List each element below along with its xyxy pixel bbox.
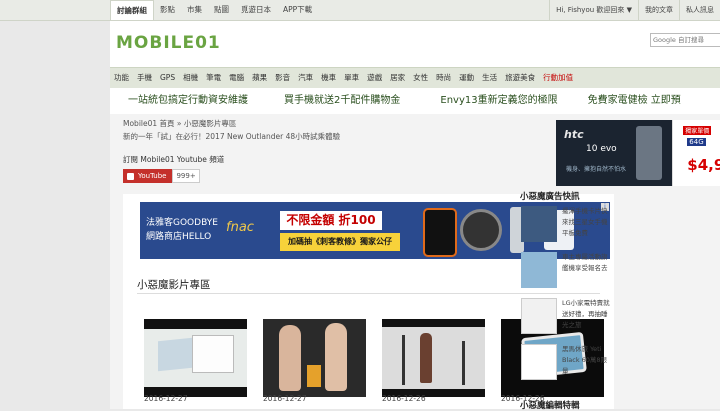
nav-item[interactable]: 電腦 (225, 68, 248, 88)
banner-gift: 加碼抽《刺客教條》獨家公仔 (280, 233, 400, 251)
youtube-label: YouTube (138, 172, 167, 180)
tab-japan[interactable]: 覓遊日本 (235, 0, 277, 20)
site-header: MOBILE01 Google 自訂搜尋 (110, 21, 720, 67)
nav-item[interactable]: 旅遊美食 (501, 68, 539, 88)
nav-item[interactable]: 生活 (478, 68, 501, 88)
tab-market[interactable]: 市集 (181, 0, 208, 20)
banner-discount: 不限金額 折100 (280, 211, 382, 230)
promo-link[interactable]: 買手機就送2千配件購物金 (284, 88, 400, 114)
youtube-subscribe[interactable]: YouTube 999+ (123, 169, 200, 183)
sale-price: $4,99 (687, 156, 720, 174)
youtube-icon (127, 172, 134, 180)
promo-link[interactable]: Envy13重新定義您的極限 (440, 88, 557, 114)
top-tabs: 討論群組 影點 市集 點圖 覓遊日本 APP下載 (110, 0, 318, 20)
promo-link[interactable]: 一站統包搞定行動資安維護 (128, 88, 248, 114)
tab-photos[interactable]: 點圖 (208, 0, 235, 20)
nav-item[interactable]: 功能 (110, 68, 133, 88)
nav-item[interactable]: 手機 (133, 68, 156, 88)
logo-text: MOBILE01 (116, 33, 221, 53)
ad-image (521, 252, 557, 288)
storage-badge: 64G (687, 138, 706, 146)
video-thumbnail[interactable] (144, 319, 247, 397)
watch-image (423, 208, 457, 257)
category-nav: 功能 手機 GPS 相機 筆電 電腦 蘋果 影音 汽車 機車 單車 遊戲 居家 … (110, 67, 720, 89)
banner-line1: 法雅客GOODBYE (146, 218, 218, 228)
tab-app-download[interactable]: APP下載 (277, 0, 318, 20)
video-date: 2016-12-27 (144, 394, 188, 403)
smartwatch-image (460, 209, 502, 251)
htc-model: 10 evo (586, 144, 617, 154)
right-ad[interactable]: htc 10 evo 機身、擁抱自然不怕水 獨家單價 64G $4,99 (556, 120, 720, 186)
htc-brand: htc (564, 128, 584, 141)
video-thumbnail[interactable] (263, 319, 366, 397)
nav-item[interactable]: 單車 (340, 68, 363, 88)
sale-ad[interactable]: 獨家單價 64G $4,99 (672, 120, 720, 186)
breadcrumb[interactable]: Mobile01 首頁 » 小惡魔影片專區 (123, 118, 236, 129)
nav-item[interactable]: 運動 (455, 68, 478, 88)
ad-text: 車主專屬活動旗艦機享受報名去 (562, 253, 608, 272)
user-greeting[interactable]: Hi, Fishyou 歡迎回來 ▼ (549, 0, 638, 20)
nav-item[interactable]: 相機 (179, 68, 202, 88)
nav-item[interactable]: 女性 (409, 68, 432, 88)
nav-item[interactable]: 蘋果 (248, 68, 271, 88)
my-articles-link[interactable]: 我的文章 (638, 0, 679, 20)
site-logo[interactable]: MOBILE01 (116, 33, 221, 53)
phone-image (636, 126, 662, 180)
nav-item[interactable]: GPS (156, 68, 179, 88)
subscriber-count: 999+ (172, 169, 200, 183)
nav-item[interactable]: 機車 (317, 68, 340, 88)
video-thumbnail[interactable] (382, 319, 485, 397)
banner-script: fnac (226, 220, 254, 235)
nav-item[interactable]: 筆電 (202, 68, 225, 88)
video-date: 2016-12-27 (263, 394, 307, 403)
main-area: Mobile01 首頁 » 小惡魔影片專區 新的一年「試」在必行！2017 Ne… (110, 114, 720, 409)
ad-image (521, 206, 557, 242)
banner-line2: 網路商店HELLO (146, 232, 212, 242)
nav-item[interactable]: 時尚 (432, 68, 455, 88)
top-bar: 討論群組 影點 市集 點圖 覓遊日本 APP下載 Hi, Fishyou 歡迎回… (0, 0, 720, 21)
ad-text: LG小家電特賣就送好禮，再抽睡光之旅 (562, 299, 610, 329)
ad-text: 黑馬休旅 Yeti Black 60萬8限量 (562, 345, 608, 375)
video-date: 2016-12-26 (382, 394, 426, 403)
promo-strip: 一站統包搞定行動資安維護 買手機就送2千配件購物金 Envy13重新定義您的極限… (110, 88, 720, 114)
private-messages-link[interactable]: 私人訊息 (679, 0, 720, 20)
nav-item[interactable]: 遊戲 (363, 68, 386, 88)
nav-item[interactable]: 汽車 (294, 68, 317, 88)
sale-badge: 獨家單價 (683, 126, 712, 135)
section-title: 小惡魔影片專區 (137, 279, 211, 291)
skoda-logo (521, 344, 557, 380)
nav-item[interactable]: 居家 (386, 68, 409, 88)
user-links: Hi, Fishyou 歡迎回來 ▼ 我的文章 私人訊息 (549, 0, 720, 20)
htc-ad[interactable]: htc 10 evo 機身、擁抱自然不怕水 (556, 120, 673, 186)
tab-forums[interactable]: 討論群組 (110, 0, 154, 20)
sidebar-footer-title: 小惡魔編輯特輯 (520, 401, 580, 411)
ad-image (521, 298, 557, 334)
htc-tagline: 機身、擁抱自然不怕水 (566, 166, 627, 173)
youtube-button[interactable]: YouTube (123, 169, 173, 183)
ad-text: 擺渾手機卡片快來找三星女手機平板免費 (562, 207, 608, 237)
search-input[interactable]: Google 自訂搜尋 (650, 33, 720, 47)
sidebar-title: 小惡魔廣告快訊 (520, 192, 580, 202)
subscribe-title: 訂閱 Mobile01 Youtube 頻道 (123, 155, 225, 164)
nav-item-mobile-services[interactable]: 行動加值 (539, 68, 577, 88)
headline-link[interactable]: 新的一年「試」在必行！2017 New Outlander 48小時試乘體驗 (123, 131, 340, 142)
promo-link[interactable]: 免費家電健檢 立即預 (588, 88, 681, 114)
tab-videos[interactable]: 影點 (154, 0, 181, 20)
nav-item[interactable]: 影音 (271, 68, 294, 88)
ad-sidebar: 小惡魔廣告快訊 擺渾手機卡片快來找三星女手機平板免費 車主專屬活動旗艦機享受報名… (518, 190, 610, 411)
